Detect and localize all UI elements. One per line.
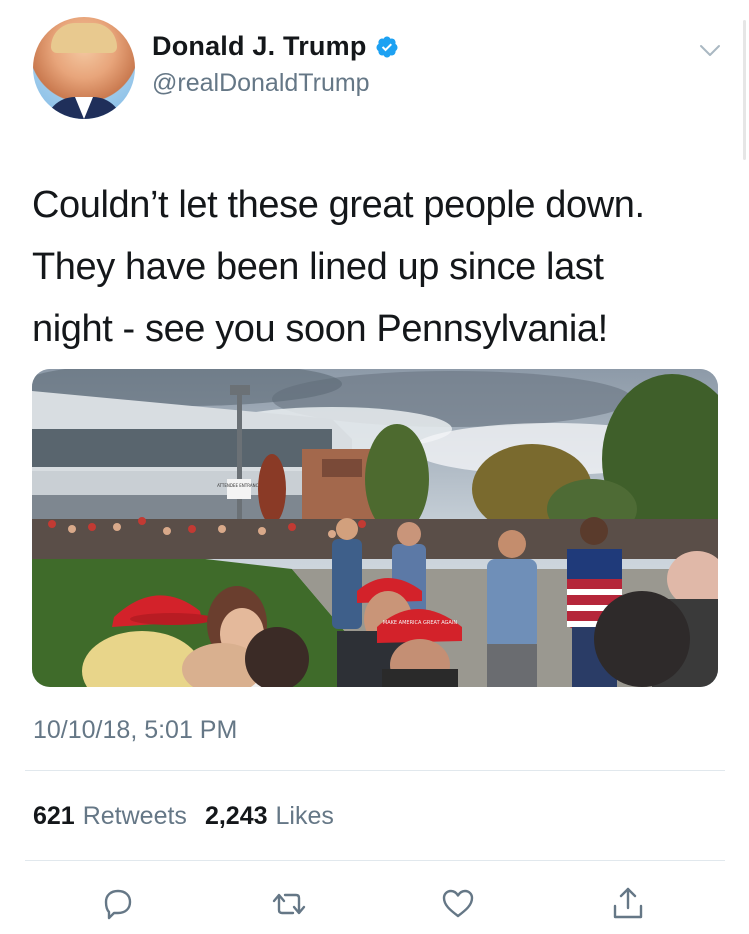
hat-text: MAKE AMERICA GREAT AGAIN	[383, 620, 457, 626]
retweet-icon	[272, 893, 306, 915]
verified-badge-icon	[375, 35, 399, 59]
retweets-label[interactable]: Retweets	[83, 802, 187, 831]
share-button[interactable]	[608, 884, 648, 924]
retweet-button[interactable]	[269, 884, 309, 924]
heart-icon	[442, 889, 474, 918]
tweet-text-line: They have been lined up since last	[32, 246, 604, 288]
divider	[25, 770, 725, 771]
tweet-text: Couldn’t let these great people down. Th…	[32, 174, 722, 360]
divider	[25, 860, 725, 861]
author-name-row[interactable]: Donald J. Trump	[152, 31, 399, 62]
like-button[interactable]	[438, 884, 478, 924]
retweets-count[interactable]: 621	[33, 802, 75, 831]
tweet-timestamp[interactable]: 10/10/18, 5:01 PM	[33, 716, 237, 745]
tweet-header: Donald J. Trump @realDonaldTrump	[33, 17, 723, 121]
reply-icon	[104, 889, 132, 920]
rally-crowd-photo: ATTENDEE ENTRANCE MAKE AMERICA GREAT AGA…	[32, 369, 718, 687]
avatar-hair	[51, 23, 117, 53]
author-name[interactable]: Donald J. Trump	[152, 31, 367, 62]
tweet-text-line: Couldn’t let these great people down.	[32, 184, 645, 226]
entrance-sign: ATTENDEE ENTRANCE	[217, 483, 261, 488]
avatar[interactable]	[33, 17, 135, 119]
tweet-photo[interactable]: ATTENDEE ENTRANCE MAKE AMERICA GREAT AGA…	[32, 369, 718, 687]
chevron-down-icon[interactable]	[697, 37, 723, 63]
likes-label[interactable]: Likes	[276, 802, 334, 831]
scrollbar[interactable]	[743, 20, 746, 160]
engagement-stats: 621 Retweets 2,243 Likes	[33, 802, 334, 831]
likes-count[interactable]: 2,243	[205, 802, 268, 831]
share-icon	[613, 887, 643, 919]
reply-button[interactable]	[98, 884, 138, 924]
tweet-text-line: night - see you soon Pennsylvania!	[32, 308, 608, 350]
action-bar	[0, 880, 749, 930]
author-handle[interactable]: @realDonaldTrump	[152, 69, 370, 98]
